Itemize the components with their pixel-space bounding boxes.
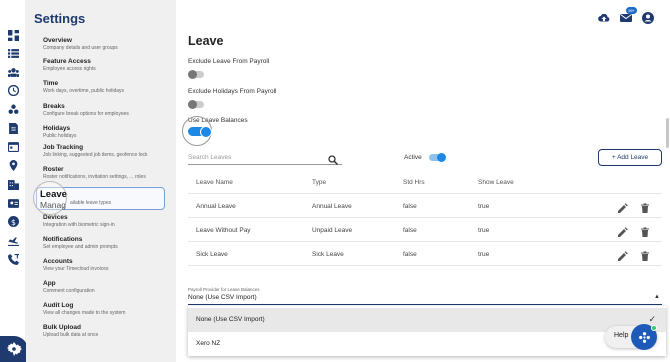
exclude-leave-label: Exclude Leave From Payroll — [188, 58, 270, 65]
settings-item-devices[interactable]: Devices Integration with biometric sign-… — [43, 214, 171, 228]
search-icon[interactable] — [328, 152, 339, 166]
delete-icon[interactable] — [640, 200, 650, 213]
location-icon[interactable] — [8, 160, 19, 171]
dropdown-option[interactable]: None (Use CSV Import) ✓ — [188, 308, 666, 332]
edit-icon[interactable] — [618, 200, 628, 213]
building-icon[interactable] — [8, 179, 19, 190]
phone-transfer-icon[interactable] — [8, 254, 19, 265]
add-leave-button[interactable]: + Add Leave — [598, 149, 662, 166]
leave-type-cell: Annual Leave — [312, 203, 352, 210]
scrollbar[interactable] — [666, 118, 669, 148]
payroll-provider-dropdown: None (Use CSV Import) ✓ Xero NZ — [188, 306, 666, 356]
list-icon[interactable] — [8, 48, 19, 59]
column-header: Leave Name — [196, 179, 233, 186]
gear-icon[interactable] — [0, 336, 28, 362]
active-label: Active — [404, 154, 422, 161]
table-header: Leave Name Type Std Hrs Show Leave — [188, 170, 662, 194]
settings-item-roster[interactable]: Roster Roster notifications, invitation … — [43, 166, 171, 180]
dollar-icon[interactable]: $ — [8, 216, 19, 227]
cloud-upload-icon[interactable] — [598, 12, 610, 24]
use-balances-toggle[interactable] — [188, 125, 212, 138]
help-label: Help — [614, 332, 629, 339]
payroll-provider-select[interactable]: None (Use CSV Import) ▲ — [188, 292, 662, 305]
account-icon[interactable] — [642, 12, 654, 24]
show-leave-cell: true — [478, 227, 490, 234]
settings-item-leave-desc: Manag — [40, 200, 66, 210]
std-hrs-cell: false — [403, 227, 417, 234]
dropdown-option[interactable]: Xero NZ — [188, 332, 666, 356]
table-row[interactable]: Annual Leave Annual Leave false true — [188, 194, 662, 218]
settings-item-leave-desc-rest: ailable leave types — [70, 200, 112, 206]
svg-text:$: $ — [11, 218, 16, 227]
settings-item-accounts[interactable]: Accounts View your Timecloud invoices — [43, 258, 171, 272]
settings-item-leave-title: Leave — [40, 189, 67, 200]
settings-item-overview[interactable]: Overview Company details and user groups — [43, 37, 171, 51]
column-header: Type — [312, 179, 327, 186]
column-header: Show Leave — [478, 179, 514, 186]
column-header: Std Hrs — [403, 179, 425, 186]
top-icons: 99+ — [598, 7, 654, 24]
settings-panel: Settings Overview Company details and us… — [26, 0, 176, 362]
search-field[interactable]: Search Leaves — [188, 151, 342, 166]
clock-icon[interactable] — [8, 85, 19, 96]
people-icon[interactable] — [8, 67, 19, 78]
payroll-provider-value: None (Use CSV Import) — [188, 294, 257, 301]
user-card-icon[interactable] — [8, 198, 19, 209]
notification-badge: 99+ — [626, 7, 637, 14]
settings-item-notifications[interactable]: Notifications Set employee and admin pro… — [43, 236, 171, 250]
caret-up-icon[interactable]: ▲ — [654, 294, 660, 300]
exclude-holidays-label: Exclude Holidays From Payroll — [188, 88, 277, 95]
settings-item-feature-access[interactable]: Feature Access Employee access rights — [43, 58, 171, 72]
breaks-icon[interactable] — [8, 104, 19, 115]
std-hrs-cell: false — [403, 251, 417, 258]
mail-icon[interactable]: 99+ — [620, 7, 637, 24]
delete-icon[interactable] — [640, 224, 650, 237]
settings-item-job-tracking[interactable]: Job Tracking Job linking, suggested job … — [43, 144, 171, 158]
flight-icon[interactable] — [8, 235, 19, 246]
edit-icon[interactable] — [618, 248, 628, 261]
std-hrs-cell: false — [403, 203, 417, 210]
settings-item-app[interactable]: App Comment configuration — [43, 280, 171, 294]
exclude-holidays-toggle[interactable] — [188, 100, 204, 109]
show-leave-cell: true — [478, 251, 490, 258]
calendar-icon[interactable] — [8, 141, 19, 152]
leave-table: Leave Name Type Std Hrs Show Leave Annua… — [188, 170, 662, 266]
check-icon: ✓ — [648, 314, 656, 324]
show-leave-cell: true — [478, 203, 490, 210]
settings-title: Settings — [34, 11, 86, 26]
search-input[interactable]: Search Leaves — [188, 154, 231, 161]
settings-item-audit-log[interactable]: Audit Log View all changes made to the s… — [43, 302, 171, 316]
page-title: Leave — [188, 34, 224, 48]
edit-icon[interactable] — [618, 224, 628, 237]
leave-name-cell: Sick Leave — [196, 251, 228, 258]
leave-type-cell: Sick Leave — [312, 251, 344, 258]
document-icon[interactable] — [8, 123, 19, 134]
table-row[interactable]: Leave Without Pay Unpaid Leave false tru… — [188, 218, 662, 242]
online-status-dot — [651, 325, 657, 331]
active-toggle[interactable] — [429, 153, 446, 162]
table-row[interactable]: Sick Leave Sick Leave false true — [188, 242, 662, 266]
leave-name-cell: Annual Leave — [196, 203, 236, 210]
settings-item-holidays[interactable]: Holidays Public holidays — [43, 125, 171, 139]
leave-name-cell: Leave Without Pay — [196, 227, 251, 234]
settings-item-time[interactable]: Time Work days, overtime, public holiday… — [43, 80, 171, 94]
icon-rail: $ — [0, 0, 28, 362]
dashboard-icon[interactable] — [8, 30, 19, 41]
leave-type-cell: Unpaid Leave — [312, 227, 353, 234]
settings-item-breaks[interactable]: Breaks Configure break options for emplo… — [43, 103, 171, 117]
settings-item-bulk-upload[interactable]: Bulk Upload Upload bulk data at once — [43, 324, 171, 338]
exclude-leave-toggle[interactable] — [188, 70, 204, 79]
delete-icon[interactable] — [640, 248, 650, 261]
